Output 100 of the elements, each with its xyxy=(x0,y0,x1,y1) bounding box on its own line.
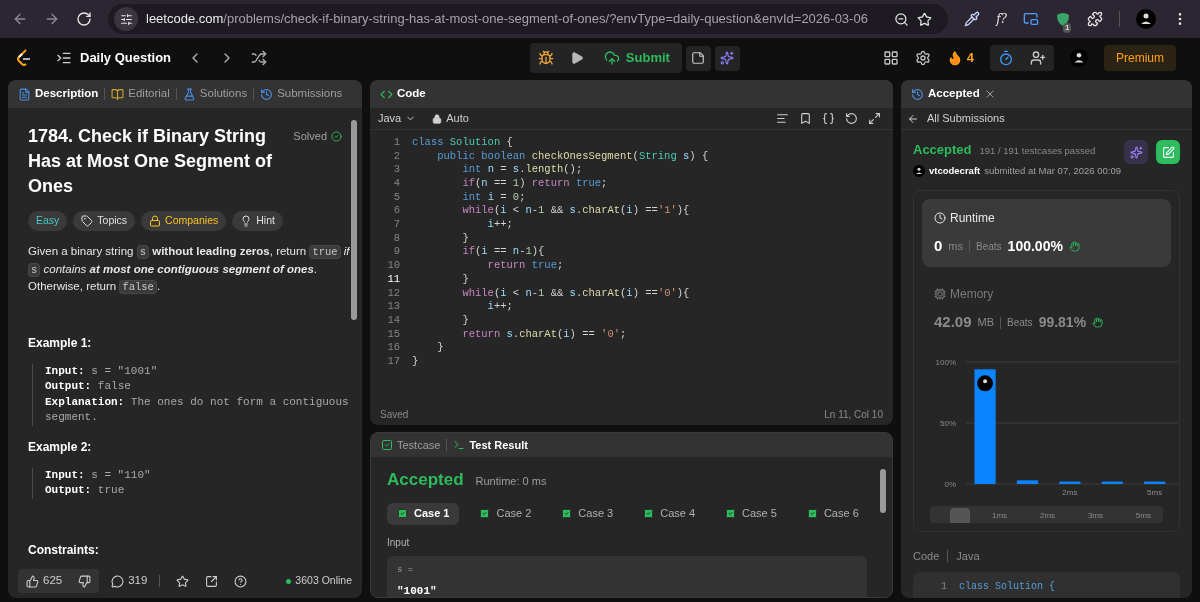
chart-bar[interactable] xyxy=(1016,480,1039,484)
avatar-icon xyxy=(1070,49,1088,67)
tag-chip[interactable]: Topics xyxy=(73,211,136,231)
mode-label[interactable]: Auto xyxy=(432,110,469,127)
username[interactable]: vtcodecraft xyxy=(929,163,981,178)
bookmark-star-icon[interactable] xyxy=(917,11,933,27)
add-user-icon[interactable] xyxy=(1030,50,1046,66)
thumbs-down-icon[interactable] xyxy=(78,574,92,588)
premium-button[interactable]: Premium xyxy=(1104,45,1176,71)
line-number: 14 xyxy=(386,312,400,328)
reset-icon[interactable] xyxy=(845,112,858,125)
star-icon[interactable] xyxy=(176,574,190,588)
chart-bar[interactable] xyxy=(1059,481,1081,484)
save-status: Saved xyxy=(380,407,409,422)
code-line: i++; xyxy=(486,299,513,315)
site-settings-icon[interactable] xyxy=(119,12,133,26)
panel-tab[interactable]: Submissions xyxy=(260,85,343,103)
example-line: Explanation: The ones do not form a contiguous segment. xyxy=(45,394,350,425)
streak-counter[interactable]: 4 xyxy=(946,48,974,68)
range-selector[interactable]: 1ms 2ms 3ms 5ms xyxy=(930,505,1163,523)
shield-icon[interactable] xyxy=(1055,11,1071,27)
avatar-icon xyxy=(1136,9,1156,29)
sparkle-icon[interactable] xyxy=(720,51,735,65)
runtime-text: Runtime: 0 ms xyxy=(475,474,547,489)
shuffle-icon[interactable] xyxy=(251,50,268,66)
beats-label: Beats xyxy=(976,239,1002,254)
share-icon[interactable] xyxy=(205,574,219,588)
tag-icon xyxy=(81,215,94,227)
settings-icon[interactable] xyxy=(914,50,931,66)
edit-button[interactable] xyxy=(1156,140,1180,164)
reload-icon[interactable] xyxy=(76,11,92,27)
panel-tab[interactable]: Editorial xyxy=(111,85,170,103)
stat-value: 42.09 xyxy=(934,312,972,333)
example-line: Input: s = "110" xyxy=(45,467,152,483)
bookmark-icon[interactable] xyxy=(799,112,812,125)
help-icon[interactable] xyxy=(234,574,248,588)
stat-card[interactable]: Runtime 0 ms Beats 100.00% xyxy=(922,198,1171,268)
axis-label: 100% xyxy=(935,357,956,367)
chart-bar[interactable] xyxy=(1144,481,1166,484)
expand-icon[interactable] xyxy=(868,112,881,125)
testcases-passed: 191 / 191 testcases passed xyxy=(979,144,1096,158)
panel-tab[interactable]: Testcase xyxy=(381,436,441,454)
tag-chip[interactable]: Hint xyxy=(232,211,283,231)
chip-icon xyxy=(934,288,946,301)
logo-icon[interactable] xyxy=(16,49,32,67)
timer-icon[interactable] xyxy=(998,50,1014,66)
puzzle-icon[interactable] xyxy=(1087,11,1103,27)
stat-unit: ms xyxy=(948,238,963,254)
panel-tab[interactable]: Accepted xyxy=(928,85,980,103)
chart-bar[interactable] xyxy=(974,369,996,484)
stat-card[interactable]: Memory 42.09 MB Beats 99.81% xyxy=(922,275,1171,344)
bug-icon[interactable] xyxy=(537,50,554,66)
all-submissions-link[interactable]: All Submissions xyxy=(927,110,1005,127)
eyedropper-icon[interactable] xyxy=(964,11,981,27)
note-icon[interactable] xyxy=(691,51,706,65)
grid-icon[interactable] xyxy=(882,50,899,66)
list-icon[interactable] xyxy=(56,50,72,66)
hand-icon xyxy=(1068,240,1080,252)
chart-bar[interactable] xyxy=(1101,481,1123,484)
analyze-button[interactable] xyxy=(1124,140,1148,164)
case-tab[interactable]: Case 1 xyxy=(387,502,460,525)
lock-icon xyxy=(149,215,162,227)
axis-label: 5ms xyxy=(1147,487,1163,497)
line-number: 1 xyxy=(392,134,400,150)
panel-tab[interactable]: Test Result xyxy=(453,436,528,454)
code-line: } xyxy=(436,340,444,356)
format-icon[interactable] xyxy=(776,112,789,125)
example-line: Output: true xyxy=(45,483,126,498)
line-number: 9 xyxy=(392,244,400,260)
lock-icon xyxy=(432,113,443,124)
problem-list-title[interactable]: Daily Question xyxy=(80,48,172,68)
back-icon[interactable] xyxy=(907,112,919,125)
code-section-title: Code xyxy=(913,548,940,564)
tag-chip[interactable]: Companies xyxy=(141,211,227,231)
line-number: 11 xyxy=(386,271,400,287)
panel-tab[interactable]: Description xyxy=(18,85,99,103)
zoom-icon[interactable] xyxy=(894,11,910,27)
case-tab[interactable]: Case 4 xyxy=(633,502,706,525)
back-icon[interactable] xyxy=(12,11,28,27)
run-icon[interactable] xyxy=(569,51,584,65)
case-tab[interactable]: Case 2 xyxy=(469,502,542,525)
case-tab[interactable]: Case 5 xyxy=(715,502,787,525)
url-text: leetcode.com/problems/check-if-binary-string-has-at-most-one-segment-of-ones/?envType=daily-question&envId=2026-03-06 xyxy=(146,10,869,29)
picture-in-picture-icon[interactable] xyxy=(1023,11,1039,27)
line-number: 3 xyxy=(392,162,400,178)
forward-icon[interactable] xyxy=(44,11,60,27)
beats-percent: 100.00% xyxy=(1007,236,1063,256)
language-selector[interactable]: Java xyxy=(378,110,417,127)
online-count: 3603 Online xyxy=(286,573,352,589)
extension-button[interactable]: f? xyxy=(996,10,1007,28)
panel-tab[interactable]: Solutions xyxy=(182,85,248,103)
case-tab[interactable]: Case 3 xyxy=(551,502,624,525)
line-number: 15 xyxy=(386,326,400,342)
case-tab[interactable]: Case 6 xyxy=(796,502,869,525)
address-bar[interactable]: leetcode.com/problems/check-if-binary-string-has-at-most-one-segment-of-ones/?envType=daily-question&envId=2026-03-06 xyxy=(108,4,949,34)
clock-icon xyxy=(934,211,946,224)
range-label: 3ms xyxy=(1087,509,1104,522)
braces-icon[interactable] xyxy=(822,112,835,125)
code-line: } xyxy=(412,353,419,369)
comments-button[interactable]: 319 xyxy=(107,572,152,590)
